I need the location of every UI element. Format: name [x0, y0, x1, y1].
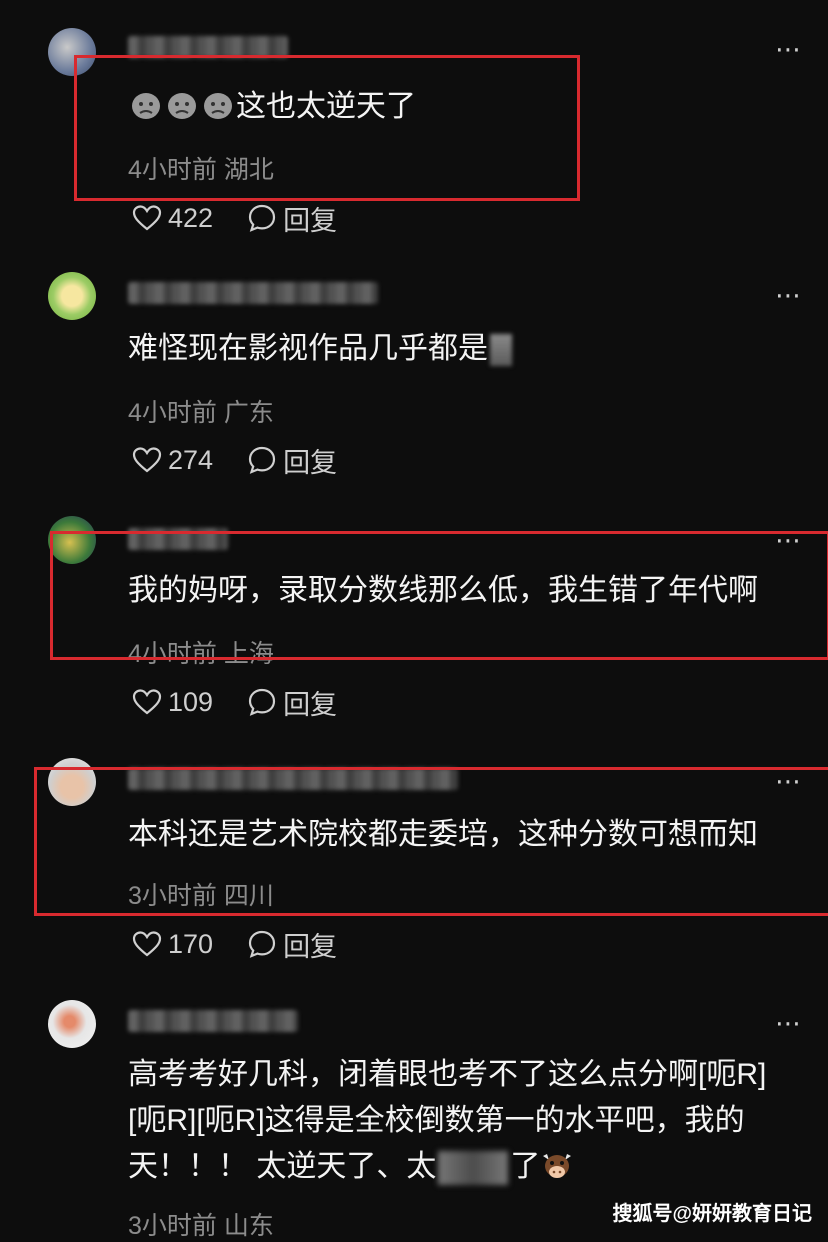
like-count: 109	[168, 686, 214, 717]
comment-meta: 3小时前 四川	[128, 876, 274, 912]
like-count: 422	[168, 202, 214, 233]
comment-text: 本科还是艺术院校都走委培，这种分数可想而知	[128, 812, 792, 858]
reply-button[interactable]: 回复	[247, 441, 337, 480]
more-options-icon[interactable]: ⋯	[775, 527, 802, 553]
like-button[interactable]: 274	[132, 445, 213, 476]
cow-emoji-icon	[540, 1150, 574, 1196]
comment-text-line-2: [呃R][呃R]这得是全校倒数第一的水平吧，我的	[128, 1104, 745, 1137]
comment-location: 四川	[223, 882, 274, 910]
avatar[interactable]	[48, 1000, 96, 1048]
chat-bubble-icon	[248, 688, 276, 716]
more-options-icon[interactable]: ⋯	[775, 36, 802, 62]
comment-location: 山东	[223, 1212, 274, 1240]
comment-actions: 109 回复	[132, 683, 337, 722]
avatar[interactable]	[48, 516, 96, 564]
comment-actions: 170 回复	[132, 925, 337, 964]
reply-label: 回复	[283, 447, 338, 478]
username-blurred[interactable]	[128, 528, 228, 550]
avatar[interactable]	[48, 272, 96, 320]
comment-time: 3小时前	[128, 1212, 217, 1240]
more-options-icon[interactable]: ⋯	[775, 768, 802, 794]
comment-time: 4小时前	[128, 156, 217, 184]
comment-text-content: 本科还是艺术院校都走委培，这种分数可想而知	[128, 818, 758, 851]
like-count: 274	[168, 444, 214, 475]
like-button[interactable]: 170	[132, 929, 213, 960]
like-button[interactable]: 109	[132, 687, 213, 718]
username-blurred[interactable]	[128, 768, 458, 790]
comment-text-content: 这也太逆天了	[236, 90, 416, 123]
chat-bubble-icon	[248, 446, 276, 474]
comment-text-line-3b: 了	[510, 1150, 541, 1183]
heart-icon	[132, 689, 162, 715]
username-blurred[interactable]	[128, 1010, 298, 1032]
comment-text-content: 难怪现在影视作品几乎都是	[128, 332, 488, 365]
comment-text-line-1: 高考考好几科，闭着眼也考不了这么点分啊[呃R]	[128, 1058, 767, 1091]
watermark: 搜狐号@妍妍教育日记	[612, 1203, 812, 1225]
sad-face-emoji-icon	[200, 86, 236, 136]
comment-meta: 3小时前 山东	[128, 1206, 274, 1242]
more-options-icon[interactable]: ⋯	[775, 282, 802, 308]
comment-meta: 4小时前 湖北	[128, 150, 274, 186]
avatar[interactable]	[48, 28, 96, 76]
reply-label: 回复	[283, 931, 338, 962]
heart-icon	[132, 447, 162, 473]
censored-text	[438, 1151, 509, 1186]
comment-text: 这也太逆天了	[128, 84, 792, 136]
comment-time: 4小时前	[128, 640, 217, 668]
reply-button[interactable]: 回复	[247, 683, 337, 722]
more-options-icon[interactable]: ⋯	[775, 1010, 802, 1036]
like-count: 170	[168, 928, 214, 959]
username-blurred[interactable]	[128, 36, 288, 58]
comment-meta: 4小时前 广东	[128, 393, 274, 429]
comment-text-line-3: 天！！！ 太逆天了、太 了	[128, 1144, 792, 1196]
reply-label: 回复	[283, 205, 338, 236]
comment-text: 难怪现在影视作品几乎都是	[128, 326, 792, 372]
sad-face-emoji-icon	[164, 86, 200, 136]
comment-time: 4小时前	[128, 399, 217, 427]
comment-text: 我的妈呀，录取分数线那么低，我生错了年代啊	[128, 568, 792, 614]
sad-face-emoji-icon	[128, 86, 164, 136]
reply-label: 回复	[283, 689, 338, 720]
censored-text	[490, 334, 512, 367]
reply-button[interactable]: 回复	[247, 925, 337, 964]
heart-icon	[132, 931, 162, 957]
like-button[interactable]: 422	[132, 203, 213, 234]
heart-icon	[132, 205, 162, 231]
chat-bubble-icon	[248, 204, 276, 232]
comment-meta: 4小时前 上海	[128, 634, 274, 670]
comment-text: 高考考好几科，闭着眼也考不了这么点分啊[呃R] [呃R][呃R]这得是全校倒数第…	[128, 1052, 792, 1196]
chat-bubble-icon	[248, 930, 276, 958]
reply-button[interactable]: 回复	[247, 199, 337, 238]
comment-text-line-3a: 天！！！ 太逆天了、太	[128, 1150, 437, 1183]
username-blurred[interactable]	[128, 282, 378, 304]
comment-text-content: 我的妈呀，录取分数线那么低，我生错了年代啊	[128, 574, 758, 607]
avatar[interactable]	[48, 758, 96, 806]
comment-location: 广东	[223, 399, 274, 427]
comment-location: 上海	[223, 640, 274, 668]
comment-actions: 422 回复	[132, 199, 337, 238]
comment-time: 3小时前	[128, 882, 217, 910]
comment-location: 湖北	[223, 156, 274, 184]
comment-actions: 274 回复	[132, 441, 337, 480]
